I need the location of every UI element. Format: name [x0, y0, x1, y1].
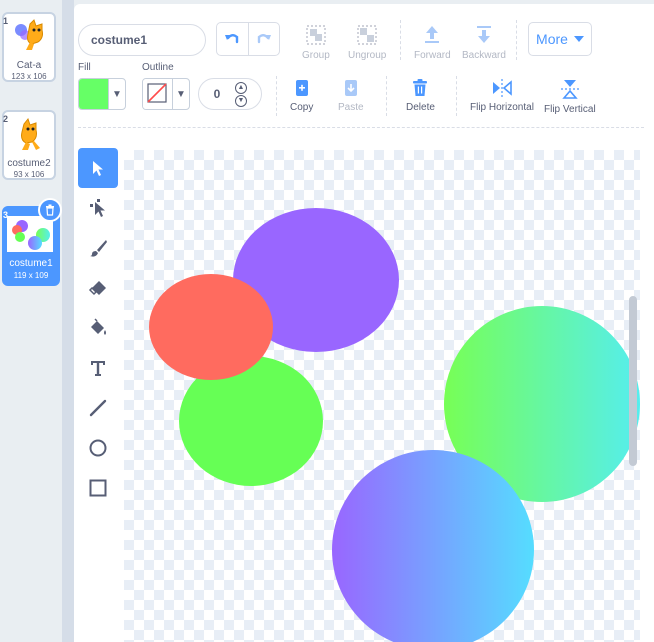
toolbar-separator [456, 76, 457, 116]
toolbar-separator [276, 76, 277, 116]
brush-icon [90, 240, 107, 257]
costume-size: 123 x 106 [11, 72, 47, 81]
ungroup-icon [357, 25, 377, 45]
forward-button[interactable]: Forward [414, 24, 451, 61]
rectangle-icon [89, 479, 107, 497]
cat-thumbnail [15, 19, 43, 50]
caret-down-icon: ▼ [176, 88, 186, 100]
costume-list: 1 Cat-a 123 x 106 2 costume2 93 x 106 3 [0, 0, 62, 642]
purple-cyan-gradient-circle[interactable] [332, 450, 534, 642]
rectangle-tool[interactable] [78, 468, 118, 508]
trash-icon [413, 79, 428, 96]
eraser-icon [88, 281, 106, 296]
vertical-scrollbar[interactable] [629, 296, 637, 466]
forward-label: Forward [414, 50, 451, 61]
no-color-icon [147, 83, 167, 103]
costume-name: costume2 [7, 158, 51, 169]
outline-width-value: 0 [213, 87, 221, 101]
toolbar-divider [78, 127, 644, 128]
costume-artwork [149, 208, 640, 642]
fill-color-picker[interactable]: ▼ [78, 78, 126, 110]
outline-label: Outline [142, 62, 174, 73]
flip-vertical-button[interactable]: Flip Vertical [544, 78, 596, 115]
text-icon [91, 361, 105, 376]
costume-name: Cat-a [16, 60, 42, 71]
group-icon [306, 25, 326, 45]
reshape-tool[interactable] [78, 188, 118, 228]
increment-button[interactable]: ▲ [235, 81, 247, 94]
costume-number: 1 [3, 16, 9, 26]
group-label: Group [302, 50, 330, 61]
undo-icon [225, 34, 239, 44]
forward-icon [425, 26, 440, 43]
copy-icon [295, 80, 308, 96]
redo-icon [257, 34, 271, 44]
brush-tool[interactable] [78, 228, 118, 268]
panel-divider [62, 0, 74, 642]
eraser-tool[interactable] [78, 268, 118, 308]
select-tool[interactable] [78, 148, 118, 188]
costume-tile-costume2[interactable]: 2 costume2 93 x 106 [2, 110, 56, 180]
decrement-button[interactable]: ▼ [235, 94, 247, 107]
red-circle[interactable] [149, 274, 273, 380]
flip-horizontal-label: Flip Horizontal [470, 102, 534, 113]
outline-width-input[interactable]: 0 ▲ ▼ [198, 78, 262, 110]
paste-icon [344, 80, 357, 96]
delete-button[interactable]: Delete [406, 78, 435, 113]
tool-palette [78, 148, 118, 508]
toolbar-separator [516, 20, 517, 60]
outline-color-picker[interactable]: ▼ [142, 78, 190, 110]
costume-size: 93 x 106 [13, 170, 45, 179]
delete-label: Delete [406, 102, 435, 113]
fill-tool[interactable] [78, 308, 118, 348]
more-button[interactable]: More [528, 22, 592, 56]
line-icon [89, 399, 107, 417]
copy-button[interactable]: Copy [290, 78, 313, 113]
more-label: More [536, 31, 568, 47]
caret-down-icon [573, 36, 584, 42]
line-tool[interactable] [78, 388, 118, 428]
flip-vertical-label: Flip Vertical [544, 104, 596, 115]
trash-icon [46, 204, 54, 216]
reshape-icon [90, 199, 105, 217]
paint-bucket-icon [91, 318, 106, 335]
costume-number: 2 [3, 114, 9, 124]
toolbar-separator [400, 20, 401, 60]
flip-vertical-icon [560, 80, 579, 99]
costume-name-input[interactable]: costume1 [78, 24, 206, 56]
drawing-canvas[interactable] [124, 150, 640, 642]
group-button[interactable]: Group [302, 24, 330, 61]
backward-button[interactable]: Backward [462, 24, 506, 61]
delete-costume-button[interactable] [38, 198, 62, 222]
text-tool[interactable] [78, 348, 118, 388]
flip-horizontal-icon [492, 79, 512, 97]
paint-editor: costume1 Group Ungroup Forward Backward … [74, 4, 654, 642]
outline-swatch [143, 79, 173, 109]
costume-name: costume1 [9, 258, 53, 269]
costume-size: 119 x 109 [13, 271, 49, 280]
circle-tool[interactable] [78, 428, 118, 468]
copy-label: Copy [290, 102, 314, 113]
redo-button[interactable] [247, 23, 280, 55]
ungroup-button[interactable]: Ungroup [348, 24, 386, 61]
caret-down-icon: ▼ [112, 88, 122, 100]
undo-redo-group [216, 22, 280, 56]
outline-width-stepper: ▲ ▼ [235, 81, 247, 107]
toolbar-separator [386, 76, 387, 116]
backward-icon [476, 26, 491, 43]
backward-label: Backward [462, 50, 506, 61]
paste-button[interactable]: Paste [338, 78, 364, 113]
circle-icon [89, 439, 107, 457]
fill-label: Fill [78, 62, 91, 73]
ungroup-label: Ungroup [348, 50, 387, 61]
paste-label: Paste [338, 102, 364, 113]
arrow-select-icon [93, 161, 103, 176]
flip-horizontal-button[interactable]: Flip Horizontal [470, 78, 534, 113]
costume-tile-cat-a[interactable]: 1 Cat-a 123 x 106 [2, 12, 56, 82]
fill-swatch [79, 79, 109, 109]
cat-thumbnail [21, 117, 40, 150]
undo-button[interactable] [217, 23, 248, 55]
